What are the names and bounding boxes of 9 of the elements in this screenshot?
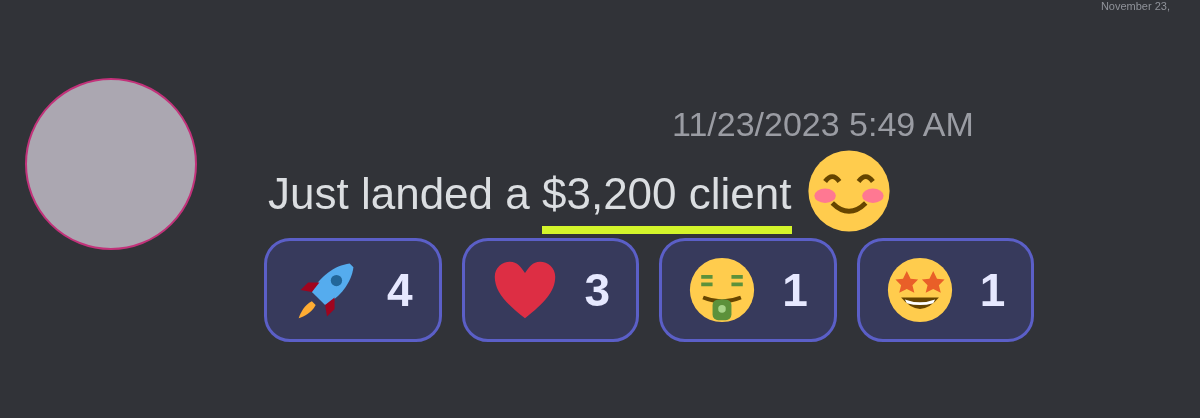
- reaction-button[interactable]: 1: [659, 238, 837, 342]
- timestamp: 11/23/2023 5:49 AM: [672, 104, 975, 144]
- reaction-button[interactable]: 1: [856, 238, 1035, 342]
- reaction-button[interactable]: 3: [461, 238, 640, 342]
- star-struck-face-icon: [885, 256, 954, 324]
- money-face-icon: [688, 256, 757, 324]
- smiling-face-icon: [805, 148, 892, 234]
- date-divider-text: November 23,: [1100, 0, 1170, 12]
- reaction-button[interactable]: 4: [264, 238, 442, 342]
